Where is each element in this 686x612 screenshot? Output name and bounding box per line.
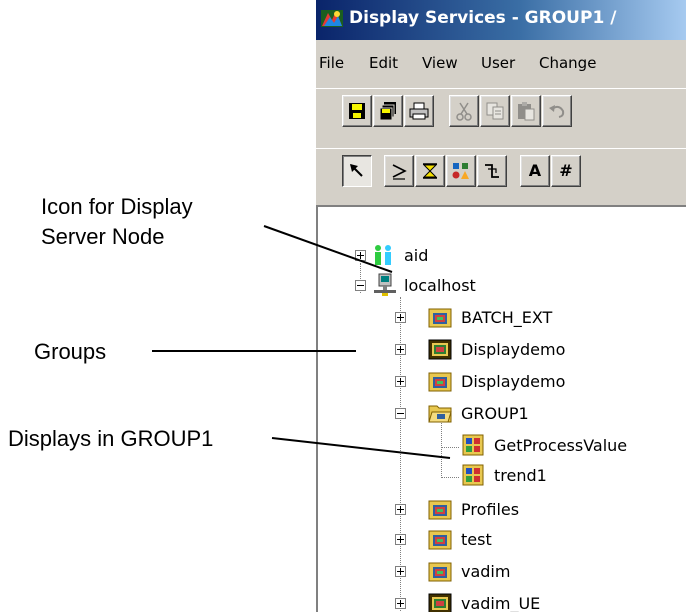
tree-item-label: BATCH_EXT xyxy=(461,308,553,327)
menu-bar: File Edit View User Change xyxy=(316,40,686,86)
open-folder-group-icon xyxy=(428,405,452,423)
expand-icon[interactable] xyxy=(395,344,406,355)
shapes-tool-button[interactable] xyxy=(446,155,476,187)
tree-item-display[interactable]: GetProcessValue xyxy=(318,431,678,461)
tree-item-label: trend1 xyxy=(494,466,547,485)
expand-icon[interactable] xyxy=(395,534,406,545)
folder-group-icon xyxy=(428,593,452,612)
select-tool-button[interactable] xyxy=(342,155,372,187)
tree-item-label: aid xyxy=(404,246,429,265)
number-tool-icon: # xyxy=(559,161,573,180)
tree-item-group[interactable]: test xyxy=(318,525,678,555)
tree-item-group[interactable]: Displaydemo xyxy=(318,367,678,397)
folder-group-icon xyxy=(428,372,452,392)
standard-toolbar xyxy=(316,88,686,134)
display-services-app-icon xyxy=(321,10,343,27)
copy-icon xyxy=(486,102,504,120)
tree-item-label: vadim_UE xyxy=(461,594,541,612)
tree-item-localhost[interactable]: localhost xyxy=(318,271,678,301)
menu-user[interactable]: User xyxy=(481,54,515,72)
users-icon xyxy=(375,245,391,265)
window-title: Display Services - GROUP1 / xyxy=(349,8,617,28)
expand-icon[interactable] xyxy=(355,250,366,261)
folder-group-icon xyxy=(428,562,452,582)
number-tool-button[interactable]: # xyxy=(551,155,581,187)
display-file-icon xyxy=(462,464,484,486)
step-line-tool-button[interactable] xyxy=(477,155,507,187)
cut-button[interactable] xyxy=(449,95,479,127)
line-tool-button[interactable] xyxy=(384,155,414,187)
drawing-toolbar: A # xyxy=(316,148,686,194)
tree-item-display[interactable]: trend1 xyxy=(318,461,678,491)
display-file-icon xyxy=(462,434,484,456)
paste-icon xyxy=(518,102,535,121)
folder-group-icon xyxy=(428,530,452,550)
text-tool-icon: A xyxy=(528,161,542,180)
tree-item-label: localhost xyxy=(404,276,476,295)
tree-item-label: Displaydemo xyxy=(461,340,566,359)
text-tool-button[interactable]: A xyxy=(520,155,550,187)
shapes-tool-icon xyxy=(452,163,469,179)
display-tree[interactable]: aid localhost BATCH_EXT Displaydemo Disp… xyxy=(316,205,686,612)
tree-item-group[interactable]: vadim xyxy=(318,557,678,587)
bowtie-tool-button[interactable] xyxy=(415,155,445,187)
folder-group-icon xyxy=(428,308,452,328)
undo-icon xyxy=(549,105,565,118)
expand-icon[interactable] xyxy=(395,504,406,515)
tree-item-label: Profiles xyxy=(461,500,520,519)
folder-group-icon xyxy=(428,500,452,520)
expand-icon[interactable] xyxy=(395,566,406,577)
tree-item-group[interactable]: vadim_UE xyxy=(318,589,678,612)
callout-displays-in-group: Displays in GROUP1 xyxy=(8,426,214,451)
tree-item-label: Displaydemo xyxy=(461,372,566,391)
save-button[interactable] xyxy=(342,95,372,127)
copy-button[interactable] xyxy=(480,95,510,127)
expand-icon[interactable] xyxy=(395,312,406,323)
menu-edit[interactable]: Edit xyxy=(369,54,398,72)
menu-file[interactable]: File xyxy=(319,54,344,72)
display-services-window: Display Services - GROUP1 / File Edit Vi… xyxy=(316,0,686,612)
save-all-icon xyxy=(379,102,396,121)
callout-groups: Groups xyxy=(34,339,107,364)
line-tool-icon xyxy=(392,164,407,180)
tree-item-label: test xyxy=(461,530,492,549)
menu-change[interactable]: Change xyxy=(539,54,596,72)
tree-item-group[interactable]: BATCH_EXT xyxy=(318,303,678,333)
expand-icon[interactable] xyxy=(395,598,406,609)
expand-icon[interactable] xyxy=(395,376,406,387)
select-arrow-icon xyxy=(350,164,363,177)
tree-item-label: vadim xyxy=(461,562,511,581)
callout-display-server-node: Icon for Display Server Node xyxy=(41,194,193,249)
tree-item-group1[interactable]: GROUP1 xyxy=(318,399,678,429)
collapse-icon[interactable] xyxy=(395,408,406,419)
bowtie-tool-icon xyxy=(422,163,438,179)
tree-item-label: GROUP1 xyxy=(461,404,529,423)
undo-button[interactable] xyxy=(542,95,572,127)
tree-item-group[interactable]: Profiles xyxy=(318,495,678,525)
folder-group-icon xyxy=(428,339,452,360)
print-icon xyxy=(409,102,429,120)
save-all-button[interactable] xyxy=(373,95,403,127)
step-line-tool-icon xyxy=(485,164,499,178)
computer-node-icon xyxy=(374,273,396,296)
tree-item-label: GetProcessValue xyxy=(494,436,628,455)
title-bar[interactable]: Display Services - GROUP1 / xyxy=(316,0,686,40)
tree-item-aid[interactable]: aid xyxy=(318,241,678,271)
menu-view[interactable]: View xyxy=(422,54,458,72)
cut-icon xyxy=(456,102,472,121)
collapse-icon[interactable] xyxy=(355,280,366,291)
paste-button[interactable] xyxy=(511,95,541,127)
print-button[interactable] xyxy=(404,95,434,127)
tree-item-group[interactable]: Displaydemo xyxy=(318,335,678,365)
save-icon xyxy=(349,103,365,119)
